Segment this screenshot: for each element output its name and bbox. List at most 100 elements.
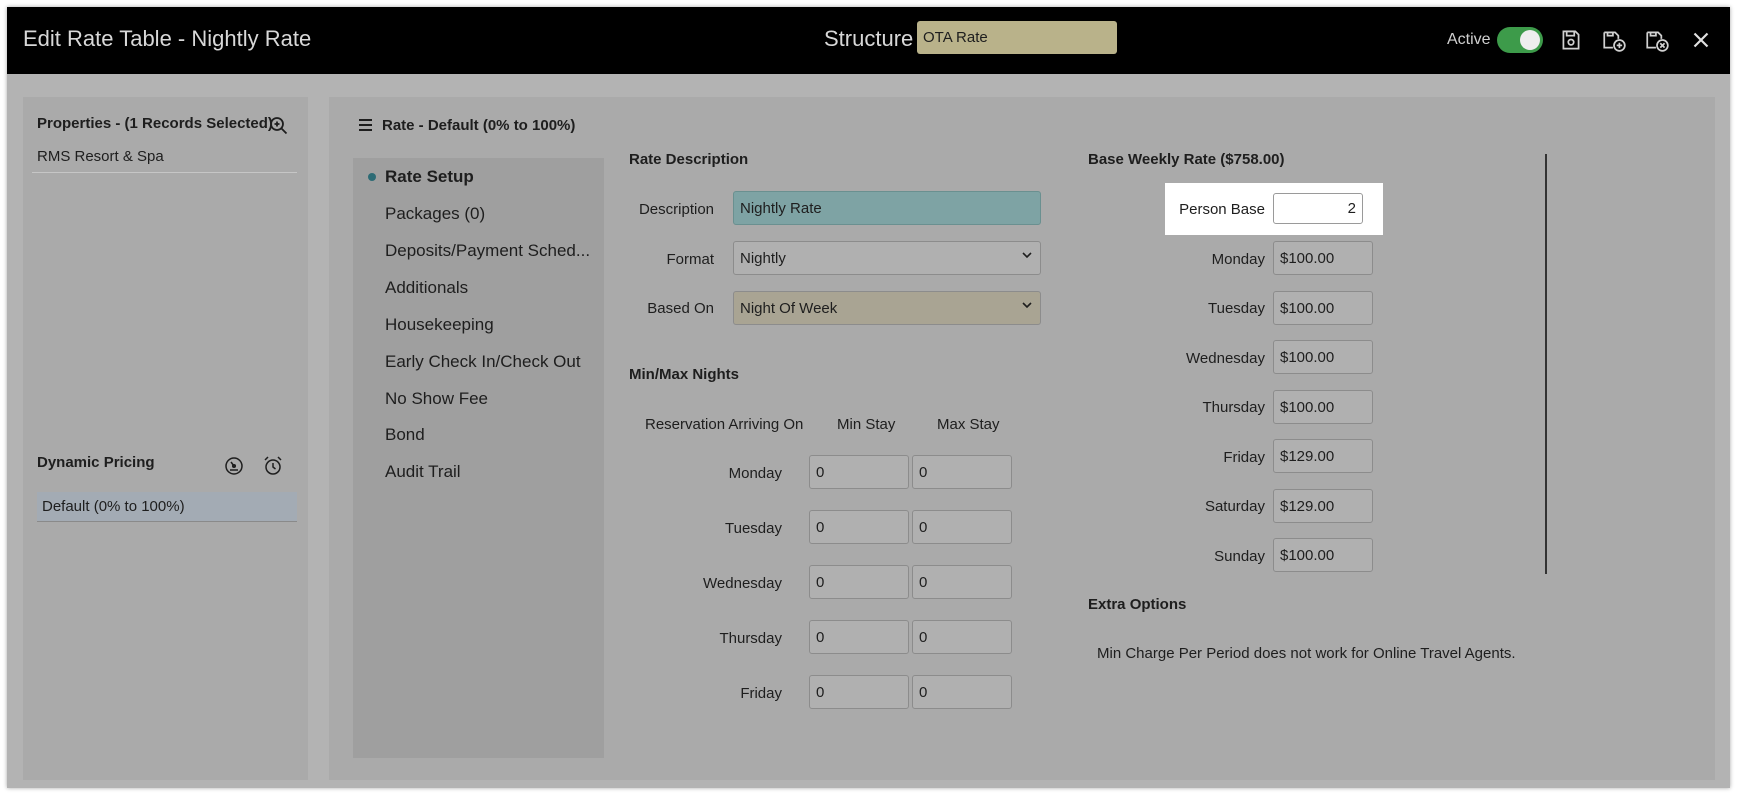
weekday-rate-input[interactable]: $100.00 — [1273, 241, 1373, 275]
max-stay-value: 0 — [919, 683, 928, 701]
weekday-rate-value: $100.00 — [1280, 546, 1335, 564]
nav-rate-setup[interactable]: Rate Setup — [385, 167, 474, 187]
min-stay-input[interactable]: 0 — [809, 565, 909, 599]
extra-options-title: Extra Options — [1088, 596, 1187, 613]
active-toggle[interactable] — [1497, 27, 1543, 53]
min-max-day-label: Monday — [728, 465, 782, 482]
nav-housekeeping[interactable]: Housekeeping — [385, 315, 494, 335]
description-label: Description — [638, 201, 714, 218]
active-label: Active — [1447, 31, 1491, 48]
min-max-day-label: Friday — [740, 685, 782, 702]
structure-label: Structure — [824, 26, 914, 51]
max-stay-input[interactable]: 0 — [912, 455, 1012, 489]
save-add-icon[interactable] — [1601, 27, 1627, 53]
min-stay-value: 0 — [816, 463, 825, 481]
format-value: Nightly — [740, 249, 786, 267]
dynamic-pricing-title: Dynamic Pricing — [37, 454, 155, 471]
nav-packages[interactable]: Packages (0) — [385, 204, 485, 224]
property-item[interactable]: RMS Resort & Spa — [32, 144, 297, 173]
person-base-label: Person Base — [1179, 201, 1265, 218]
close-icon[interactable] — [1688, 27, 1714, 53]
col-arriving-on: Reservation Arriving On — [645, 416, 804, 433]
save-close-icon[interactable] — [1644, 27, 1670, 53]
weekday-label: Monday — [1211, 251, 1265, 268]
rate-header: Rate - Default (0% to 100%) — [382, 117, 576, 134]
max-stay-value: 0 — [919, 573, 928, 591]
format-select[interactable]: Nightly — [733, 241, 1041, 275]
properties-panel: Properties - (1 Records Selected) RMS Re… — [23, 97, 308, 780]
max-stay-input[interactable]: 0 — [912, 675, 1012, 709]
min-max-day-label: Wednesday — [703, 575, 782, 592]
weekday-rate-input[interactable]: $100.00 — [1273, 390, 1373, 424]
format-label: Format — [666, 251, 714, 268]
col-min-stay: Min Stay — [837, 416, 896, 433]
rate-panel: Rate - Default (0% to 100%) Rate Setup P… — [329, 97, 1715, 780]
extra-options-note: Min Charge Per Period does not work for … — [1097, 645, 1516, 662]
col-max-stay: Max Stay — [937, 416, 1000, 433]
zoom-in-icon[interactable] — [269, 116, 289, 136]
max-stay-input[interactable]: 0 — [912, 565, 1012, 599]
min-stay-value: 0 — [816, 518, 825, 536]
save-icon[interactable] — [1558, 27, 1584, 53]
weekday-rate-input[interactable]: $100.00 — [1273, 291, 1373, 325]
weekday-rate-value: $100.00 — [1280, 299, 1335, 317]
min-stay-value: 0 — [816, 683, 825, 701]
max-stay-value: 0 — [919, 463, 928, 481]
chevron-down-icon — [1022, 302, 1032, 309]
weekday-rate-input[interactable]: $129.00 — [1273, 439, 1373, 473]
max-stay-value: 0 — [919, 518, 928, 536]
description-value: Nightly Rate — [740, 199, 822, 217]
min-max-title: Min/Max Nights — [629, 366, 740, 383]
active-dot-icon — [368, 173, 376, 181]
based-on-label: Based On — [647, 300, 714, 317]
description-input[interactable]: Nightly Rate — [733, 191, 1041, 225]
nav-audit-trail[interactable]: Audit Trail — [385, 462, 461, 482]
structure-field[interactable]: OTA Rate — [917, 21, 1117, 54]
weekday-rate-input[interactable]: $100.00 — [1273, 340, 1373, 374]
weekday-label: Wednesday — [1186, 350, 1265, 367]
weekday-rate-value: $100.00 — [1280, 348, 1335, 366]
weekday-label: Saturday — [1204, 498, 1265, 515]
toggle-knob — [1520, 30, 1540, 50]
weekday-rate-value: $100.00 — [1280, 249, 1335, 267]
min-stay-input[interactable]: 0 — [809, 455, 909, 489]
weekday-label: Tuesday — [1208, 300, 1265, 317]
title-bar: Edit Rate Table - Nightly Rate Structure… — [7, 7, 1730, 74]
properties-title: Properties - (1 Records Selected) — [37, 115, 273, 132]
max-stay-value: 0 — [919, 628, 928, 646]
min-stay-value: 0 — [816, 628, 825, 646]
weekday-rate-value: $129.00 — [1280, 497, 1335, 515]
gauge-icon[interactable] — [223, 455, 245, 477]
dynamic-pricing-item[interactable]: Default (0% to 100%) — [37, 492, 297, 522]
min-stay-value: 0 — [816, 573, 825, 591]
min-stay-input[interactable]: 0 — [809, 675, 909, 709]
weekday-rate-input[interactable]: $129.00 — [1273, 489, 1373, 523]
min-stay-input[interactable]: 0 — [809, 510, 909, 544]
scrollbar[interactable] — [1545, 154, 1547, 574]
weekday-label: Thursday — [1202, 399, 1265, 416]
nav-deposits[interactable]: Deposits/Payment Sched... — [385, 241, 590, 261]
nav-bond[interactable]: Bond — [385, 425, 425, 445]
max-stay-input[interactable]: 0 — [912, 510, 1012, 544]
max-stay-input[interactable]: 0 — [912, 620, 1012, 654]
base-weekly-title: Base Weekly Rate ($758.00) — [1088, 151, 1285, 168]
alarm-clock-icon[interactable] — [262, 455, 284, 477]
person-base-input[interactable]: 2 — [1273, 193, 1363, 224]
weekday-label: Sunday — [1214, 548, 1265, 565]
weekday-rate-value: $129.00 — [1280, 447, 1335, 465]
rate-description-title: Rate Description — [629, 151, 749, 168]
weekday-rate-value: $100.00 — [1280, 398, 1335, 416]
weekday-rate-input[interactable]: $100.00 — [1273, 538, 1373, 572]
based-on-select[interactable]: Night Of Week — [733, 291, 1041, 325]
nav-no-show-fee[interactable]: No Show Fee — [385, 389, 488, 409]
weekday-label: Friday — [1223, 449, 1265, 466]
based-on-value: Night Of Week — [740, 299, 838, 317]
edit-rate-table-window: Edit Rate Table - Nightly Rate Structure… — [7, 7, 1730, 788]
nav-additionals[interactable]: Additionals — [385, 278, 468, 298]
menu-icon[interactable] — [359, 119, 372, 131]
min-max-day-label: Thursday — [719, 630, 782, 647]
min-max-day-label: Tuesday — [725, 520, 782, 537]
rate-nav: Rate Setup Packages (0) Deposits/Payment… — [353, 158, 604, 758]
min-stay-input[interactable]: 0 — [809, 620, 909, 654]
nav-early-check-in[interactable]: Early Check In/Check Out — [385, 352, 581, 372]
